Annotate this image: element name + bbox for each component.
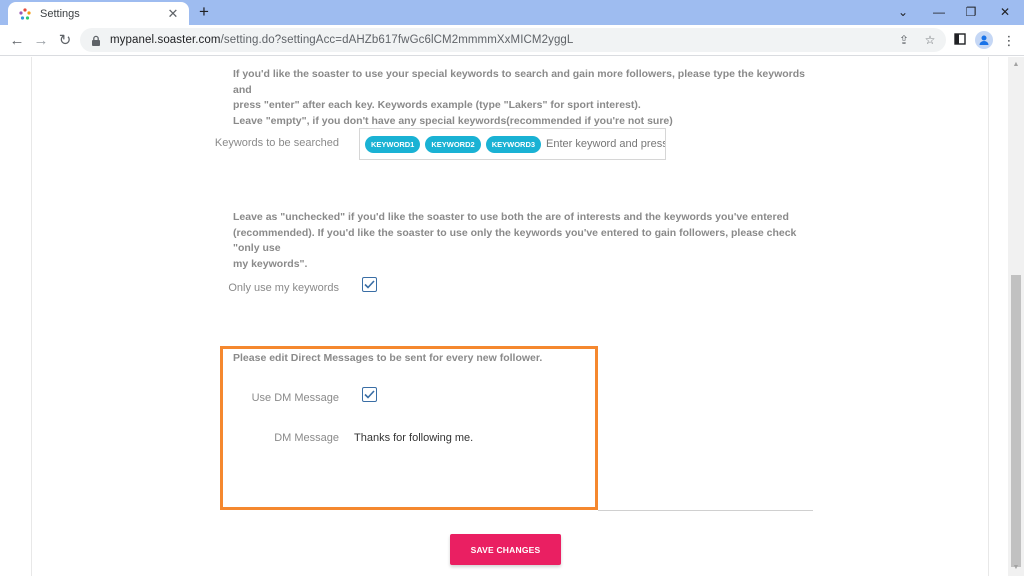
bookmark-star-icon[interactable]: ☆ [922,32,938,48]
side-panel-icon[interactable] [950,31,970,51]
use-dm-checkbox[interactable] [362,387,377,402]
save-changes-button[interactable]: SAVE CHANGES [450,534,561,565]
keyword-chip[interactable]: KEYWORD2 [425,135,481,153]
dm-message-field[interactable]: Thanks for following me. [354,432,473,444]
only-keywords-help-line-1: Leave as "unchecked" if you'd like the s… [233,211,789,223]
reload-icon[interactable]: ↻ [54,30,76,52]
keywords-tag-input[interactable]: KEYWORD1 KEYWORD2 KEYWORD3 [359,128,666,160]
restore-window-icon[interactable]: ❐ [956,2,986,22]
keywords-help-line-2: press "enter" after each key. Keywords e… [233,99,641,111]
profile-avatar[interactable] [975,31,993,49]
checkmark-icon [364,390,375,399]
close-tab-icon[interactable]: ✕ [165,6,181,22]
card-left-border [31,57,32,576]
tab-search-chevron-icon[interactable]: ⌄ [888,2,918,22]
use-dm-label: Use DM Message [251,392,339,404]
only-keywords-label: Only use my keywords [228,282,339,294]
browser-toolbar: ← → ↻ mypanel.soaster.com/setting.do?set… [0,25,1024,56]
back-arrow-icon[interactable]: ← [6,30,28,52]
only-keywords-help-text: Leave as "unchecked" if you'd like the s… [233,210,813,272]
only-keywords-help-line-3: my keywords". [233,257,308,270]
checkmark-icon [364,280,375,289]
address-bar[interactable]: mypanel.soaster.com/setting.do?settingAc… [80,28,946,52]
scroll-up-arrow-icon[interactable]: ▲ [1011,60,1021,70]
close-window-icon[interactable]: ✕ [990,2,1020,22]
keywords-help-text: If you'd like the soaster to use your sp… [233,67,813,129]
keywords-help-line-3: Leave "empty", if you don't have any spe… [233,114,673,127]
dm-section-highlight [220,346,598,510]
new-tab-plus-icon[interactable]: + [195,3,213,21]
browser-tab-settings[interactable]: Settings ✕ [8,2,189,25]
forward-arrow-icon[interactable]: → [30,30,52,52]
lock-icon [90,34,102,46]
url-host: mypanel.soaster.com [110,34,221,46]
share-icon[interactable]: ⇪ [896,32,912,48]
scroll-thumb[interactable] [1011,275,1021,567]
dm-heading: Please edit Direct Messages to be sent f… [233,352,543,364]
page-viewport: If you'd like the soaster to use your sp… [0,57,1008,576]
soaster-favicon-icon [18,7,32,21]
keyword-chip[interactable]: KEYWORD1 [365,135,421,153]
only-keywords-checkbox[interactable] [362,277,377,292]
url-text: mypanel.soaster.com/setting.do?settingAc… [110,34,573,46]
url-path: /setting.do?settingAcc=dAHZb617fwGc6lCM2… [220,34,574,46]
tab-title: Settings [40,7,80,20]
keywords-help-line-1: If you'd like the soaster to use your sp… [233,68,806,96]
minimize-window-icon[interactable]: — [924,2,954,22]
dm-message-label: DM Message [274,432,339,444]
keywords-label: Keywords to be searched [214,137,339,149]
section-divider [598,510,813,511]
browser-tab-strip: Settings ✕ + ⌄ — ❐ ✕ [0,0,1024,25]
page-scrollbar[interactable]: ▲ ▼ [1008,57,1024,576]
card-right-border [988,57,989,576]
keyword-chip[interactable]: KEYWORD3 [485,135,542,153]
scroll-down-arrow-icon[interactable]: ▼ [1011,563,1021,573]
only-keywords-help-line-2: (recommended). If you'd like the soaster… [233,226,797,255]
keyword-entry-input[interactable] [546,138,665,150]
more-menu-icon[interactable]: ⋮ [999,31,1019,51]
